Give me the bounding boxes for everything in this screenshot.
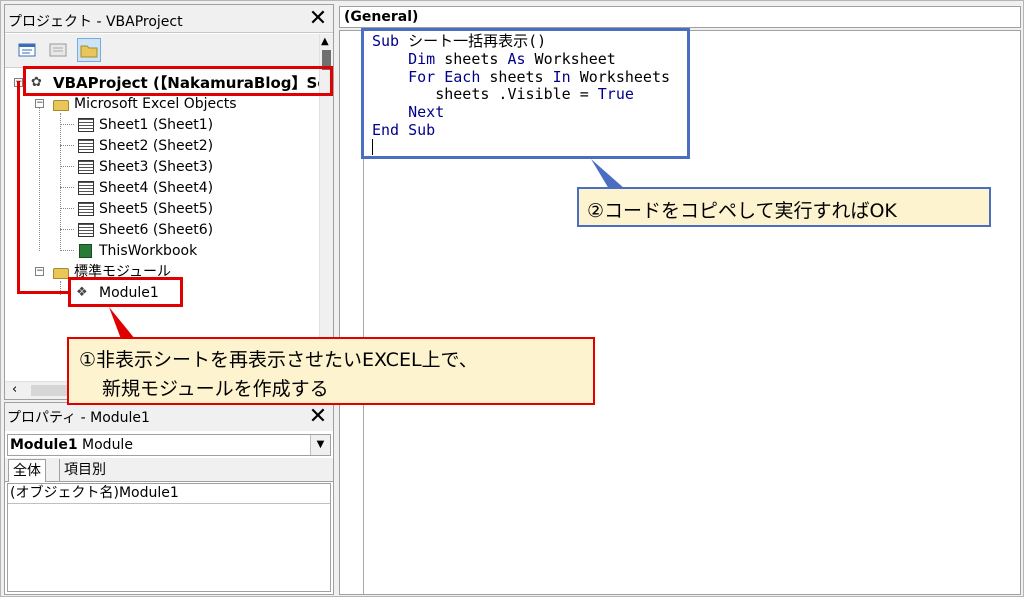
tree-item-sheet-label: Sheet6 (Sheet6): [99, 222, 214, 238]
tree-item-sheet[interactable]: Sheet3 (Sheet3): [5, 157, 319, 178]
properties-titlebar: プロパティ - Module1 ✕: [5, 403, 333, 431]
callout-1: ①非表示シートを再表示させたいEXCEL上で、 新規モジュールを作成する: [67, 337, 595, 405]
tab-categorized[interactable]: 項目別: [59, 459, 110, 482]
callout-2-text: ②コードをコピペして実行すればOK: [587, 200, 897, 222]
worksheet-icon: [78, 160, 94, 174]
object-select[interactable]: Module1 Module ▼: [7, 434, 331, 456]
tab-alphabetic[interactable]: 全体: [8, 459, 46, 482]
properties-grid: (オブジェクト名)Module1: [7, 483, 331, 592]
tree-item-excel-objects-label: Microsoft Excel Objects: [74, 96, 237, 112]
collapse-icon[interactable]: −: [35, 267, 44, 276]
property-row-name[interactable]: (オブジェクト名)Module1: [8, 484, 330, 504]
tree-item-sheet-label: Sheet4 (Sheet4): [99, 180, 214, 196]
folder-icon: [80, 45, 98, 58]
object-select-type: Module: [82, 437, 133, 453]
highlight-code-box: [361, 28, 690, 159]
close-project-explorer-button[interactable]: ✕: [306, 7, 330, 31]
tree-item-thisworkbook-label: ThisWorkbook: [99, 243, 198, 259]
worksheet-icon: [78, 223, 94, 237]
connector-line: [17, 81, 20, 293]
worksheet-icon: [78, 202, 94, 216]
tree-item-sheet[interactable]: Sheet1 (Sheet1): [5, 115, 319, 136]
toggle-folders-button[interactable]: [77, 38, 101, 62]
view-object-button[interactable]: [46, 38, 70, 62]
property-name-value[interactable]: Module1: [119, 485, 179, 501]
tree-item-sheet[interactable]: Sheet6 (Sheet6): [5, 220, 319, 241]
tree-item-excel-objects[interactable]: − Microsoft Excel Objects: [5, 94, 319, 115]
open-folder-icon: [53, 100, 69, 111]
scroll-up-icon[interactable]: ▲: [321, 36, 329, 47]
callout-2: ②コードをコピペして実行すればOK: [577, 187, 991, 227]
tree-item-sheet[interactable]: Sheet5 (Sheet5): [5, 199, 319, 220]
tree-item-sheet-label: Sheet1 (Sheet1): [99, 117, 214, 133]
scrollbar-thumb[interactable]: [31, 385, 71, 396]
tree-item-thisworkbook[interactable]: ThisWorkbook: [5, 241, 319, 262]
view-code-icon: [18, 43, 36, 57]
worksheet-icon: [78, 181, 94, 195]
properties-tabs: 全体 項目別: [5, 458, 333, 482]
collapse-icon[interactable]: −: [35, 99, 44, 108]
tree-item-sheet-label: Sheet2 (Sheet2): [99, 138, 214, 154]
connector-line: [17, 291, 69, 294]
tree-item-sheet[interactable]: Sheet4 (Sheet4): [5, 178, 319, 199]
project-explorer-toolbar: [5, 34, 333, 68]
project-tree: − ✿ VBAProject (【NakamuraBlog】Selen − Mi…: [5, 69, 319, 381]
view-code-button[interactable]: [15, 38, 39, 62]
tree-item-sheet-label: Sheet5 (Sheet5): [99, 201, 214, 217]
callout-1-line1: ①非表示シートを再表示させたいEXCEL上で、: [79, 349, 478, 371]
highlight-project-box: [23, 66, 333, 96]
callout-1-line2: 新規モジュールを作成する: [102, 378, 329, 400]
worksheet-icon: [78, 139, 94, 153]
project-explorer-title: プロジェクト - VBAProject: [8, 14, 183, 30]
workbook-icon: [79, 244, 92, 258]
chevron-down-icon[interactable]: ▼: [310, 435, 330, 455]
view-object-icon: [49, 43, 67, 57]
property-name-label: (オブジェクト名): [10, 485, 119, 501]
scroll-left-icon[interactable]: ‹: [12, 382, 17, 397]
properties-window: プロパティ - Module1 ✕ Module1 Module ▼ 全体 項目…: [4, 402, 334, 595]
open-folder-icon: [53, 268, 69, 279]
object-combo[interactable]: (General): [339, 6, 1021, 28]
vbe-window: プロジェクト - VBAProject ✕ ✿ VBAProject (【Nak…: [0, 0, 1024, 597]
close-properties-button[interactable]: ✕: [306, 405, 330, 429]
tree-item-sheet[interactable]: Sheet2 (Sheet2): [5, 136, 319, 157]
worksheet-icon: [78, 118, 94, 132]
highlight-module-box: [68, 277, 183, 307]
properties-title: プロパティ - Module1: [7, 410, 150, 426]
object-select-name: Module1: [10, 437, 78, 453]
project-explorer-titlebar: プロジェクト - VBAProject ✕: [5, 5, 333, 33]
tree-item-sheet-label: Sheet3 (Sheet3): [99, 159, 214, 175]
